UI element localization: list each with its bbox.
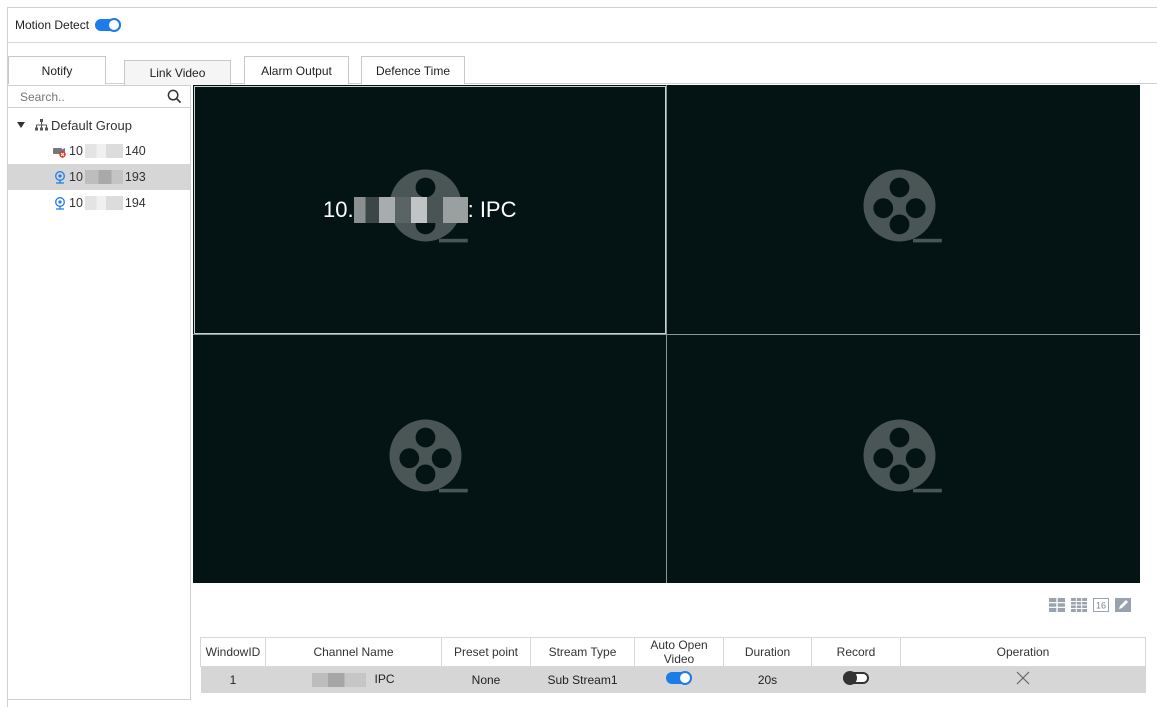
- search-box: [8, 86, 190, 108]
- col-header[interactable]: Operation: [900, 637, 1146, 667]
- channel-name-text: IPC: [374, 672, 395, 687]
- layout-9-icon[interactable]: [1071, 598, 1087, 612]
- col-header[interactable]: Stream Type: [530, 637, 635, 667]
- motion-detect-toggle[interactable]: [95, 18, 122, 32]
- window-label-prefix: 10.: [323, 197, 354, 222]
- cell-duration[interactable]: 20s: [723, 666, 812, 693]
- delete-x-icon[interactable]: [1016, 671, 1030, 685]
- cell-preset[interactable]: None: [441, 666, 531, 693]
- redacted-ip-block: [84, 144, 123, 158]
- col-header[interactable]: WindowID: [200, 637, 266, 667]
- auto-open-video-toggle[interactable]: [666, 671, 692, 686]
- film-reel-icon: [863, 169, 942, 243]
- camera-icon: [55, 196, 65, 210]
- custom-layout-icon[interactable]: [1115, 598, 1131, 612]
- cell-window-id: 1: [200, 666, 266, 693]
- tab-label: Defence Time: [375, 63, 451, 78]
- tree-group-label: Default Group: [51, 117, 132, 133]
- tab-bar: Notify Link Video Alarm Output Defence T…: [8, 56, 1157, 85]
- video-window-1[interactable]: 10. : IPC: [194, 86, 666, 334]
- col-header[interactable]: Channel Name: [265, 637, 442, 667]
- link-video-table: WindowID Channel Name Preset point Strea…: [200, 637, 1146, 693]
- table-row[interactable]: 1 IPC None Sub Stream1 20s: [200, 666, 1146, 693]
- layout-16-icon[interactable]: 16: [1093, 598, 1109, 612]
- camera-offline-icon: [53, 147, 66, 158]
- device-tree-panel: Default Group 10 140 10 193 10 19: [7, 85, 191, 700]
- redacted-ip-block: [84, 196, 123, 210]
- video-grid: 10. : IPC: [193, 85, 1140, 583]
- motion-detect-bar: Motion Detect: [8, 8, 1157, 43]
- tree-group-default[interactable]: Default Group: [8, 114, 190, 136]
- col-header[interactable]: Duration: [723, 637, 812, 667]
- redacted-ip-block: [84, 170, 123, 184]
- cell-record: [811, 666, 901, 693]
- device-ip-prefix: 10: [69, 170, 83, 184]
- device-ip-suffix: 140: [124, 144, 146, 158]
- caret-down-icon[interactable]: [17, 122, 25, 128]
- redacted-ip-block: [312, 673, 367, 688]
- video-window-label: 10. : IPC: [323, 197, 517, 223]
- film-reel-icon: [863, 419, 942, 493]
- tree-device-140[interactable]: 10 140: [8, 138, 190, 164]
- table-header-row: WindowID Channel Name Preset point Strea…: [200, 637, 1146, 667]
- grid-divider: [193, 334, 1140, 335]
- window-label-suffix: : IPC: [467, 197, 517, 222]
- search-input[interactable]: [8, 86, 190, 107]
- motion-detect-label: Motion Detect: [15, 18, 90, 32]
- tab-alarm-output[interactable]: Alarm Output: [244, 56, 349, 84]
- video-window-2[interactable]: [668, 86, 1140, 334]
- tree-device-194[interactable]: 10 194: [8, 190, 190, 216]
- video-window-3[interactable]: [194, 336, 666, 584]
- film-reel-icon: [389, 419, 468, 493]
- col-header[interactable]: Preset point: [441, 637, 531, 667]
- tab-defence-time[interactable]: Defence Time: [361, 56, 465, 84]
- video-window-4[interactable]: [668, 336, 1140, 584]
- org-tree-icon: [35, 119, 48, 131]
- col-header[interactable]: Auto Open Video: [634, 637, 724, 667]
- record-toggle[interactable]: [843, 671, 869, 686]
- tab-label: Notify: [41, 63, 73, 78]
- redacted-ip-block: [353, 197, 468, 223]
- cell-operation: [900, 666, 1146, 693]
- tree-device-193[interactable]: 10 193: [8, 164, 190, 190]
- device-ip-suffix: 194: [124, 196, 146, 210]
- layout-16-label: 16: [1096, 601, 1106, 611]
- layout-4-icon[interactable]: [1049, 598, 1065, 612]
- search-icon[interactable]: [167, 89, 182, 104]
- camera-icon: [55, 170, 65, 184]
- cell-stream-type[interactable]: Sub Stream1: [530, 666, 635, 693]
- device-ip-suffix: 193: [124, 170, 146, 184]
- tab-notify[interactable]: Notify: [8, 56, 106, 84]
- cell-channel-name: IPC: [265, 666, 442, 693]
- device-ip-prefix: 10: [69, 196, 83, 210]
- cell-auto-open: [634, 666, 724, 693]
- tab-label: Alarm Output: [261, 63, 332, 78]
- tab-label: Link Video: [149, 66, 206, 80]
- layout-toolbar: 16: [1049, 598, 1131, 612]
- col-header[interactable]: Record: [811, 637, 901, 667]
- device-ip-prefix: 10: [69, 144, 83, 158]
- tab-link-video[interactable]: Link Video: [124, 60, 231, 85]
